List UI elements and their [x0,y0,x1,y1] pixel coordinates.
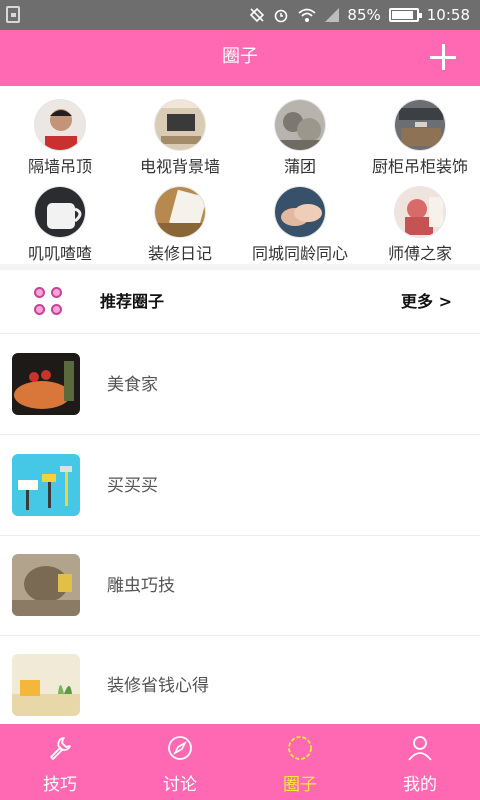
category-avatar [34,99,86,151]
category-avatar [154,99,206,151]
circle-name: 雕虫巧技 [107,576,175,596]
category-item-renovation-diary[interactable]: 装修日记 [120,186,240,264]
category-item-chatter[interactable]: 叽叽喳喳 [0,186,120,264]
alarm-icon [275,9,288,23]
circle-thumbnail [12,353,80,415]
nfc-icon [250,7,265,23]
category-item-partition-ceiling[interactable]: 隔墙吊顶 [0,99,120,177]
sim-card-icon [6,6,20,23]
category-avatar [394,186,446,238]
app-header: 圈子 [0,30,480,86]
user-icon [408,736,432,761]
tab-label: 圈子 [283,775,317,795]
category-avatar [274,186,326,238]
tab-label: 技巧 [43,775,77,795]
category-item-tv-wall[interactable]: 电视背景墙 [120,99,240,177]
wifi-icon [298,8,317,22]
category-item-kitchen-cabinet[interactable]: 厨柜吊柜装饰 [360,99,480,177]
wrench-icon [50,737,71,760]
recommended-header: 推荐圈子 更多 > [0,270,480,334]
add-icon[interactable] [430,44,458,72]
tab-label: 讨论 [163,775,197,795]
tab-tips[interactable]: 技巧 [0,724,120,800]
category-avatar [394,99,446,151]
battery-icon [388,8,422,22]
category-label: 同城同龄同心 [251,244,348,263]
category-label: 电视背景墙 [139,157,220,176]
circle-name: 美食家 [107,375,158,395]
category-avatar [274,99,326,151]
category-avatar [154,186,206,238]
list-item[interactable]: 雕虫巧技 [0,536,480,636]
page-title: 圈子 [222,46,258,67]
tab-discussion[interactable]: 讨论 [120,724,240,800]
category-item-cushion[interactable]: 蒲团 [240,99,360,177]
circle-name: 买买买 [107,476,158,496]
category-label: 厨柜吊柜装饰 [371,157,468,176]
bottom-tab-bar: 技巧 讨论 圈子 我的 [0,724,480,800]
tab-circles[interactable]: 圈子 [240,724,360,800]
list-item[interactable]: 美食家 [0,335,480,435]
category-label: 叽叽喳喳 [27,244,92,263]
recommended-title: 推荐圈子 [100,292,165,311]
category-label: 师傅之家 [387,244,452,263]
category-grid: 隔墙吊顶 电视背景墙 蒲团 厨柜吊柜装饰 叽叽喳喳 装修日记 同城同龄同心 师傅… [0,86,480,264]
circles-grid-icon [34,287,66,319]
circle-name: 装修省钱心得 [107,676,209,696]
signal-icon [325,8,340,22]
category-item-master-home[interactable]: 师傅之家 [360,186,480,264]
more-link[interactable]: 更多 > [401,270,452,334]
circle-icon [288,736,312,760]
battery-percent: 85% [347,6,381,24]
tab-label: 我的 [403,775,437,795]
category-avatar [34,186,86,238]
circle-thumbnail [12,554,80,616]
circle-thumbnail [12,654,80,716]
category-item-same-city[interactable]: 同城同龄同心 [240,186,360,264]
compass-icon [168,736,192,760]
category-label: 隔墙吊顶 [27,157,92,176]
category-label: 装修日记 [147,244,212,263]
status-bar: 85% 10:58 [0,0,480,30]
tab-mine[interactable]: 我的 [360,724,480,800]
circle-thumbnail [12,454,80,516]
clock: 10:58 [426,6,470,24]
list-item[interactable]: 买买买 [0,436,480,536]
category-label: 蒲团 [283,157,316,176]
list-item[interactable]: 装修省钱心得 [0,636,480,736]
